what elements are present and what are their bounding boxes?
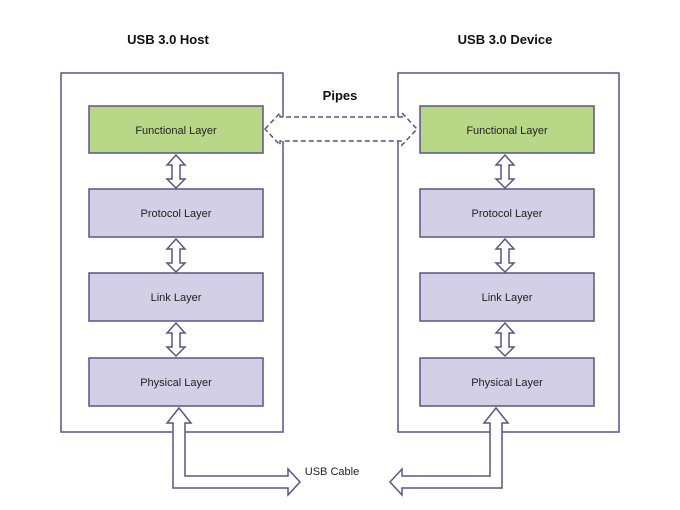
host-functional-layer-label: Functional Layer	[135, 125, 217, 137]
host-title: USB 3.0 Host	[127, 32, 209, 47]
host-arrow-protocol-link-icon	[165, 237, 187, 274]
device-arrow-link-physical-icon	[494, 321, 516, 358]
usb-cable-label: USB Cable	[305, 466, 359, 478]
device-functional-layer-label: Functional Layer	[466, 125, 548, 137]
device-link-layer-label: Link Layer	[482, 292, 533, 304]
device-physical-layer-label: Physical Layer	[471, 377, 543, 389]
usb-stack-diagram: USB 3.0 Host USB 3.0 Device Pipes Functi…	[60, 32, 620, 497]
host-physical-layer: Physical Layer	[88, 357, 264, 407]
host-cable-arrow-icon	[165, 406, 302, 497]
device-protocol-layer: Protocol Layer	[419, 188, 595, 238]
pipes-label: Pipes	[323, 88, 358, 103]
device-functional-layer: Functional Layer	[419, 105, 595, 154]
pipes-arrow-icon	[263, 111, 419, 147]
host-protocol-layer-label: Protocol Layer	[141, 208, 212, 220]
device-arrow-functional-protocol-icon	[494, 153, 516, 190]
device-arrow-protocol-link-icon	[494, 237, 516, 274]
device-link-layer: Link Layer	[419, 272, 595, 322]
host-link-layer: Link Layer	[88, 272, 264, 322]
device-cable-arrow-icon	[388, 406, 510, 497]
host-arrow-functional-protocol-icon	[165, 153, 187, 190]
host-arrow-link-physical-icon	[165, 321, 187, 358]
device-physical-layer: Physical Layer	[419, 357, 595, 407]
host-functional-layer: Functional Layer	[88, 105, 264, 154]
device-title: USB 3.0 Device	[458, 32, 553, 47]
device-protocol-layer-label: Protocol Layer	[472, 208, 543, 220]
host-protocol-layer: Protocol Layer	[88, 188, 264, 238]
host-physical-layer-label: Physical Layer	[140, 377, 212, 389]
host-link-layer-label: Link Layer	[151, 292, 202, 304]
